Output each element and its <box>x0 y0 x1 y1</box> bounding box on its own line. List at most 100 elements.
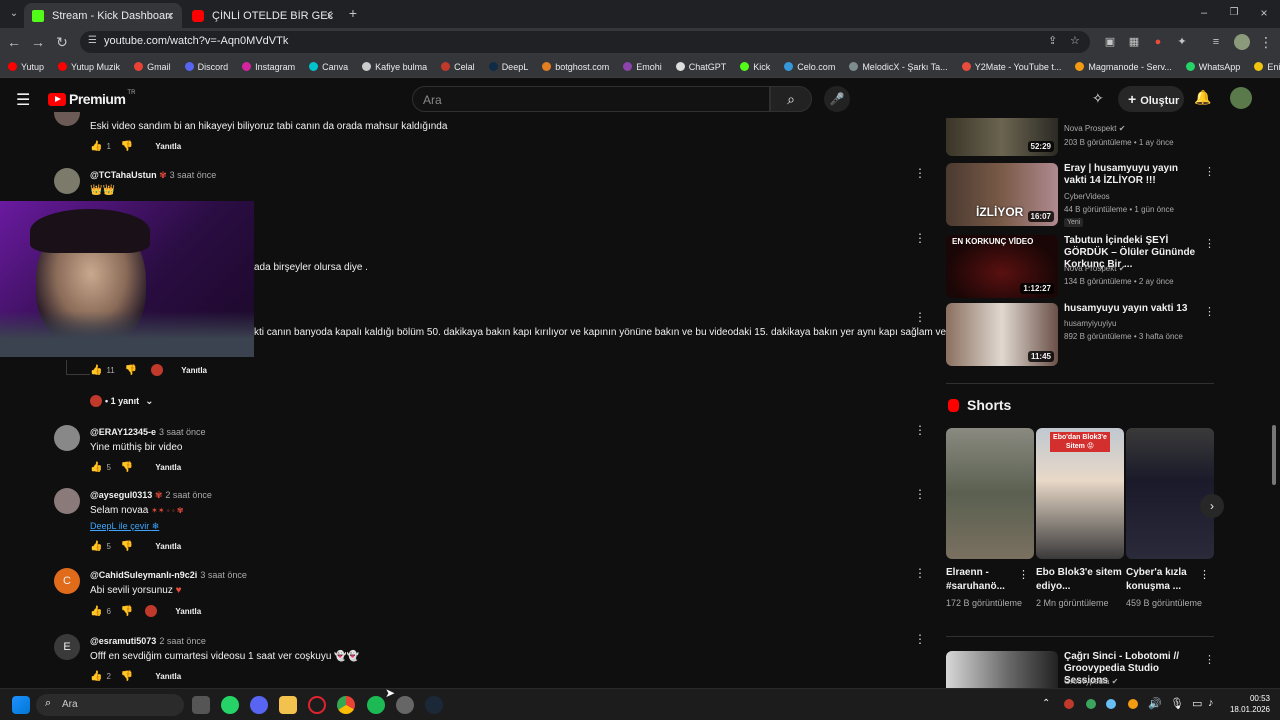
reply-button[interactable]: Yanıtla <box>181 366 207 375</box>
reply-button[interactable]: Yanıtla <box>175 607 201 616</box>
comment-author[interactable]: @aysegul0313 ✾ 2 saat önce <box>90 490 212 501</box>
short-item[interactable]: Cyber'a kızla konuşma ... 459 B görüntül… <box>1126 428 1214 611</box>
avatar[interactable] <box>54 488 80 514</box>
menu-icon[interactable]: ⋮ <box>1258 34 1274 50</box>
file-explorer-icon[interactable] <box>279 696 297 714</box>
tray-icon[interactable] <box>1128 699 1138 709</box>
spotify-icon[interactable] <box>367 696 385 714</box>
bookmark-item[interactable]: ChatGPT <box>675 62 726 72</box>
bookmark-item[interactable]: Kick <box>740 62 770 72</box>
thumbs-down-icon[interactable]: 👎 <box>121 462 133 473</box>
channel-name[interactable]: CyberVideos <box>1064 192 1110 201</box>
bookmark-item[interactable]: WhatsApp <box>1185 62 1240 72</box>
extension-icon[interactable]: ✧ <box>1092 90 1104 107</box>
thumbs-up-icon[interactable]: 👍 <box>90 671 102 682</box>
video-menu-icon[interactable]: ⋮ <box>1204 305 1215 318</box>
tray-icon[interactable] <box>1064 699 1074 709</box>
tray-icon[interactable] <box>1086 699 1096 709</box>
video-menu-icon[interactable]: ⋮ <box>1204 165 1215 178</box>
short-title[interactable]: Ebo Blok3'e sitem ediyo... <box>1036 566 1124 594</box>
reload-icon[interactable]: ↻ <box>54 34 70 50</box>
video-thumbnail[interactable]: İZLİYOR 16:07 <box>946 163 1058 226</box>
task-view-icon[interactable] <box>192 696 210 714</box>
scrollbar-thumb[interactable] <box>1272 425 1276 485</box>
whatsapp-icon[interactable] <box>221 696 239 714</box>
short-thumbnail[interactable]: Ebo'dan Blok3'e Sitem 😡 <box>1036 428 1124 559</box>
bookmark-item[interactable]: MelodicX - Şarkı Ta... <box>849 62 948 72</box>
channel-name[interactable]: Nova Prospekt ✔ <box>1064 124 1125 133</box>
channel-name[interactable]: Groovypedia ✔ <box>1064 677 1118 686</box>
avatar[interactable] <box>54 112 80 126</box>
video-title[interactable]: husamyuyu yayın vakti 13 <box>1064 303 1198 315</box>
maximize-button[interactable]: ❐ <box>1226 5 1242 21</box>
bookmark-item[interactable]: Instagram <box>242 62 295 72</box>
youtube-logo[interactable]: Premium TR <box>48 90 135 107</box>
taskbar-clock[interactable]: 00:53 18.01.2026 <box>1226 693 1270 715</box>
avatar[interactable] <box>54 425 80 451</box>
replies-toggle[interactable]: • 1 yanıt ⌄ <box>90 395 154 407</box>
short-menu-icon[interactable]: ⋮ <box>1018 568 1029 581</box>
obs-icon[interactable] <box>396 696 414 714</box>
reply-button[interactable]: Yanıtla <box>155 463 181 472</box>
speaker-icon[interactable]: ♪ <box>1208 697 1214 709</box>
avatar[interactable]: C <box>54 568 80 594</box>
video-title[interactable]: Eray | husamyuyu yayın vakti 14 İZLİYOR … <box>1064 163 1198 187</box>
reply-button[interactable]: Yanıtla <box>155 542 181 551</box>
tray-icon[interactable] <box>1106 699 1116 709</box>
thumbs-down-icon[interactable]: 👎 <box>121 541 133 552</box>
extension-icon[interactable]: ▦ <box>1126 34 1142 50</box>
thumbs-up-icon[interactable]: 👍 <box>90 606 102 617</box>
short-menu-icon[interactable]: ⋮ <box>1199 568 1210 581</box>
display-icon[interactable]: ▭ <box>1192 697 1202 710</box>
forward-icon[interactable]: → <box>30 34 46 50</box>
back-icon[interactable]: ← <box>6 34 22 50</box>
install-icon[interactable]: ⇪ <box>1048 34 1057 47</box>
voice-search-button[interactable]: 🎤 <box>824 86 850 112</box>
bookmark-item[interactable]: Canva <box>309 62 348 72</box>
reply-button[interactable]: Yanıtla <box>155 142 181 151</box>
puzzle-icon[interactable]: ✦ <box>1174 34 1190 50</box>
comment-author[interactable]: @ERAY12345-e 3 saat önce <box>90 427 206 437</box>
microphone-icon[interactable]: 🎙 <box>1170 697 1184 710</box>
notifications-bell-icon[interactable]: 🔔 <box>1194 89 1211 106</box>
comment-author[interactable]: @TCTahaUstun ✾ 3 saat önce <box>90 170 216 181</box>
thumbs-up-icon[interactable]: 👍 <box>90 365 102 376</box>
bookmark-item[interactable]: Yutup <box>8 62 44 72</box>
channel-name[interactable]: Nova Prospekt ✔ <box>1064 264 1125 273</box>
bookmark-item[interactable]: Yutup Muzik <box>58 62 120 72</box>
video-thumbnail[interactable] <box>946 651 1058 688</box>
avatar[interactable] <box>54 168 80 194</box>
chrome-icon[interactable] <box>337 696 355 714</box>
thumbs-down-icon[interactable]: 👎 <box>121 141 133 152</box>
url-input[interactable]: ☰ youtube.com/watch?v=-Aqn0MVdVTk ⇪ ☆ <box>80 31 1090 53</box>
short-item[interactable]: Ebo'dan Blok3'e Sitem 😡 Ebo Blok3'e site… <box>1036 428 1124 611</box>
channel-name[interactable]: husamyiyuyiyu <box>1064 319 1116 328</box>
thumbs-down-icon[interactable]: 👎 <box>121 606 133 617</box>
comment-menu-icon[interactable]: ⋮ <box>914 423 926 437</box>
chevron-up-icon[interactable]: ⌃ <box>1042 698 1050 709</box>
create-button[interactable]: + Oluştur <box>1118 86 1184 112</box>
comment-menu-icon[interactable]: ⋮ <box>914 487 926 501</box>
video-thumbnail[interactable]: 11:45 <box>946 303 1058 366</box>
reply-button[interactable]: Yanıtla <box>155 672 181 681</box>
opera-icon[interactable] <box>308 696 326 714</box>
close-icon[interactable]: × <box>326 8 334 23</box>
avatar[interactable]: E <box>54 634 80 660</box>
discord-icon[interactable] <box>250 696 268 714</box>
extension-icon[interactable]: ▣ <box>1102 34 1118 50</box>
video-menu-icon[interactable]: ⋮ <box>1204 237 1215 250</box>
comment-menu-icon[interactable]: ⋮ <box>914 231 926 245</box>
bookmark-item[interactable]: botghost.com <box>542 62 609 72</box>
video-menu-icon[interactable]: ⋮ <box>1204 653 1215 666</box>
thumbs-up-icon[interactable]: 👍 <box>90 141 102 152</box>
volume-icon[interactable]: 🔊 <box>1148 697 1162 710</box>
profile-avatar[interactable] <box>1234 34 1250 50</box>
bookmark-item[interactable]: DeepL <box>488 62 528 72</box>
minimize-button[interactable]: – <box>1196 5 1212 21</box>
windows-start-icon[interactable] <box>12 696 30 714</box>
bookmark-item[interactable]: Enik Gang <box>1254 62 1280 72</box>
search-button[interactable]: ⌕ <box>770 86 812 112</box>
comment-author[interactable]: @CahidSuleymanlı-n9c2i 3 saat önce <box>90 570 247 580</box>
hamburger-menu-icon[interactable]: ☰ <box>16 90 30 110</box>
comment-author[interactable]: @esramuti5073 2 saat önce <box>90 636 206 646</box>
